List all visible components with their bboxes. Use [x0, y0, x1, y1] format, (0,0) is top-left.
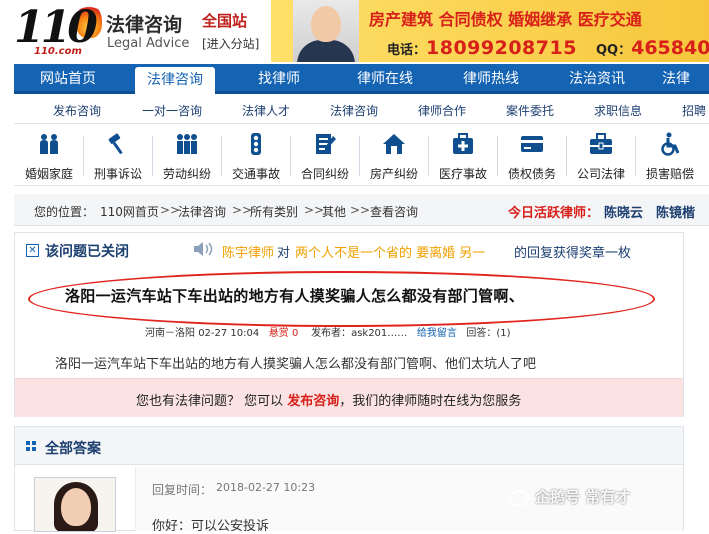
- subnav-recruit[interactable]: 招聘: [682, 102, 706, 119]
- penguin-icon: [509, 489, 529, 506]
- site-name-en: Legal Advice: [107, 36, 190, 51]
- reply-text: 你好：可以公安投诉: [152, 519, 270, 534]
- reply-time: 2018-02-27 10:23: [216, 481, 316, 494]
- answers-panel: 全部答案 回复时间： 2018-02-27 10:23 你好：可以公安投诉: [14, 426, 684, 534]
- answers-header: 全部答案: [15, 427, 683, 465]
- award-text: 的回复获得奖章一枚: [514, 246, 632, 261]
- reply-time-label: 回复时间：: [152, 483, 213, 497]
- region-switch-link[interactable]: [进入分站]: [202, 35, 259, 52]
- leave-message-link[interactable]: 给我留言: [417, 328, 457, 339]
- banner-phone: 电话：18099208715: [387, 37, 577, 59]
- close-icon: ✕: [26, 244, 39, 257]
- question-location: 河南－洛阳: [145, 328, 195, 339]
- logo-url: 110.com: [34, 46, 82, 57]
- family-icon: [37, 132, 61, 156]
- category-traffic[interactable]: 交通事故: [222, 128, 290, 186]
- speaker-icon: [193, 241, 215, 257]
- breadcrumb-item-other[interactable]: 其他: [322, 203, 346, 220]
- subnav-consult[interactable]: 法律咨询: [330, 102, 378, 119]
- watermark: 企鹅号 常有才: [509, 486, 630, 507]
- nav-item-legal-consult[interactable]: 法律咨询: [135, 67, 215, 94]
- question-meta: 河南－洛阳 02-27 10:04 悬赏 0 发布者：ask201…… 给我留言…: [145, 324, 511, 339]
- question-panel: ✕ 该问题已关闭 陈宇律师 对 两个人不是一个省的 要离婚 另一 的回复获得奖章…: [14, 232, 684, 417]
- award-text: 对: [277, 246, 291, 261]
- answers-title: 全部答案: [45, 441, 101, 457]
- gavel-icon: [106, 132, 130, 156]
- category-debt[interactable]: 债权债务: [498, 128, 566, 186]
- subnav-cooperation[interactable]: 律师合作: [418, 102, 466, 119]
- banner-qq: QQ：465840: [596, 37, 709, 59]
- breadcrumb-item-view[interactable]: 查看咨询: [370, 203, 418, 220]
- category-marriage[interactable]: 婚姻家庭: [15, 128, 83, 186]
- sub-nav: 发布咨询 一对一咨询 法律人才 法律咨询 律师合作 案件委托 求职信息 招聘: [14, 98, 709, 124]
- category-company[interactable]: 公司法律: [567, 128, 635, 186]
- nav-item-home[interactable]: 网站首页: [14, 64, 122, 94]
- ad-banner[interactable]: 房产建筑 合同债权 婚姻继承 医疗交通 电话：18099208715 QQ：46…: [271, 0, 709, 62]
- category-labor[interactable]: 劳动纠纷: [153, 128, 221, 186]
- breadcrumb-item-all[interactable]: 所有类别: [250, 203, 298, 220]
- wheelchair-icon: [658, 132, 682, 156]
- nav-item-lawyer-online[interactable]: 律师在线: [344, 64, 426, 94]
- question-author: ask201……: [351, 328, 408, 339]
- publish-consult-link[interactable]: 发布咨询: [287, 394, 339, 409]
- question-status: 该问题已关闭: [45, 244, 129, 260]
- site-header: 110 110.com 法律咨询 Legal Advice 全国站 [进入分站]…: [0, 0, 709, 62]
- nav-item-law-news[interactable]: 法治资讯: [556, 64, 638, 94]
- breadcrumb-label: 您的位置：: [34, 205, 95, 219]
- subnav-job-seek[interactable]: 求职信息: [594, 102, 642, 119]
- nav-item-lawyer-hotline[interactable]: 律师热线: [450, 64, 532, 94]
- category-contract[interactable]: 合同纠纷: [291, 128, 359, 186]
- banner-tags: 房产建筑 合同债权 婚姻继承 医疗交通: [369, 10, 642, 29]
- card-icon: [520, 132, 544, 156]
- award-lawyer-link[interactable]: 陈宇律师: [222, 242, 274, 261]
- avatar[interactable]: [34, 477, 116, 532]
- banner-lawyer-photo: [293, 0, 359, 62]
- subnav-publish[interactable]: 发布咨询: [53, 102, 101, 119]
- category-medical[interactable]: 医疗事故: [429, 128, 497, 186]
- active-lawyer-link[interactable]: 陈晓云: [604, 202, 643, 221]
- subnav-case-entrust[interactable]: 案件委托: [506, 102, 554, 119]
- consult-prompt: 您也有法律问题？ 您可以 发布咨询，我们的律师随时在线为您服务: [15, 378, 683, 417]
- award-question-link[interactable]: 两个人不是一个省的 要离婚 另一: [295, 242, 485, 261]
- site-name: 法律咨询: [106, 14, 183, 36]
- active-lawyers-label: 今日活跃律师：: [508, 206, 600, 221]
- active-lawyer-link[interactable]: 陈镜楷: [656, 202, 695, 221]
- nav-item-law[interactable]: 法律: [662, 64, 709, 94]
- grid-icon: [26, 441, 36, 451]
- category-bar: 婚姻家庭 刑事诉讼 劳动纠纷 交通事故 合同纠纷 房产纠纷 医疗事故 债权债务 …: [14, 128, 709, 186]
- category-property[interactable]: 房产纠纷: [360, 128, 428, 186]
- breadcrumb-item-consult[interactable]: 法律咨询: [178, 203, 226, 220]
- nav-item-find-lawyer[interactable]: 找律师: [238, 64, 320, 94]
- briefcase-icon: [589, 132, 613, 156]
- traffic-light-icon: [244, 132, 268, 156]
- category-damages[interactable]: 损害赔偿: [636, 128, 704, 186]
- question-reward: 悬赏 0: [268, 328, 299, 339]
- workers-icon: [175, 132, 199, 156]
- site-logo[interactable]: 110 110.com: [14, 2, 104, 58]
- category-criminal[interactable]: 刑事诉讼: [84, 128, 152, 186]
- question-body: 洛阳一运汽车站下车出站的地方有人摸奖骗人怎么都没有部门管啊、他们太坑人了吧: [55, 357, 537, 372]
- subnav-talent[interactable]: 法律人才: [242, 102, 290, 119]
- region-name: 全国站: [202, 12, 248, 30]
- house-icon: [382, 132, 406, 156]
- breadcrumb: 您的位置： 110网首页 >> 法律咨询 >> 所有类别 >> 其他 >> 查看…: [14, 194, 709, 226]
- contract-icon: [313, 132, 337, 156]
- reply-count: 回答：(1): [466, 328, 511, 339]
- main-nav: 网站首页 法律咨询 找律师 律师在线 律师热线 法治资讯 法律: [14, 64, 709, 94]
- highlight-circle: [28, 271, 655, 327]
- breadcrumb-item-home[interactable]: 110网首页: [100, 203, 159, 220]
- question-date: 02-27 10:04: [198, 328, 260, 339]
- medical-icon: [451, 132, 475, 156]
- author-label: 发布者：: [311, 328, 352, 339]
- subnav-one-on-one[interactable]: 一对一咨询: [142, 102, 202, 119]
